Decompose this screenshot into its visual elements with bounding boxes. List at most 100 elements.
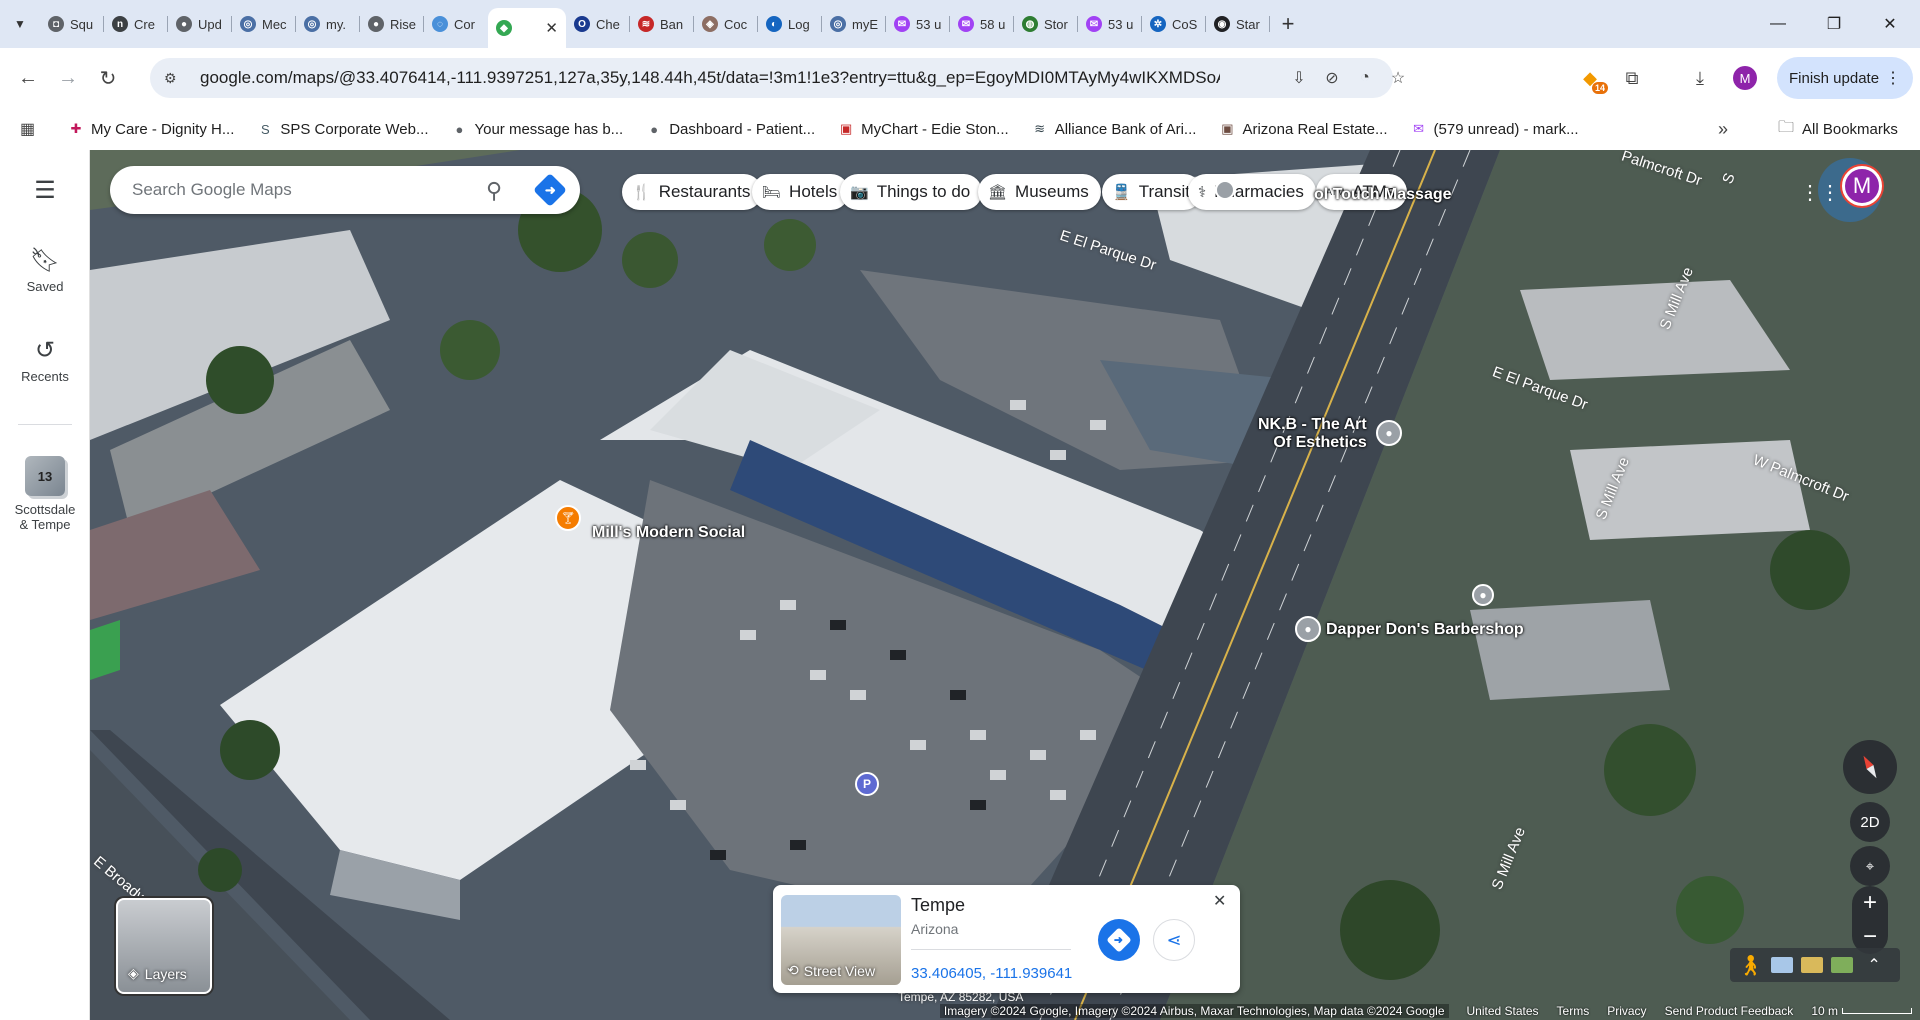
place-pin-icon[interactable]: ● bbox=[1376, 420, 1402, 446]
bookmark-item[interactable]: ● Dashboard - Patient... bbox=[646, 121, 815, 138]
extensions-menu-button[interactable]: ⧉ bbox=[1614, 60, 1650, 96]
place-pin-icon[interactable]: ● bbox=[1472, 584, 1494, 606]
browser-tab[interactable]: ● Upd bbox=[168, 6, 232, 42]
browser-tab[interactable]: ◈ Coc bbox=[694, 6, 758, 42]
more-bookmarks-icon[interactable]: » bbox=[1718, 119, 1728, 140]
chip-things-to-do[interactable]: 📷 Things to do bbox=[840, 174, 983, 210]
feedback-link[interactable]: Send Product Feedback bbox=[1665, 1004, 1794, 1018]
my-location-button[interactable]: ⌖ bbox=[1850, 846, 1890, 886]
pegman-icon[interactable]: 🚶︎ bbox=[1738, 953, 1763, 978]
new-tab-button[interactable]: + bbox=[1270, 6, 1306, 42]
browser-tab[interactable]: ✉ 53 u bbox=[1078, 6, 1142, 42]
browser-tab[interactable]: ◍ Stor bbox=[1014, 6, 1078, 42]
reload-button[interactable]: ↻ bbox=[88, 58, 128, 98]
browser-tab[interactable]: ◎ my. bbox=[296, 6, 360, 42]
bookmark-item[interactable]: ✉ (579 unread) - mark... bbox=[1411, 121, 1579, 138]
browser-tab[interactable]: ◎ myE bbox=[822, 6, 886, 42]
map-canvas[interactable]: Search Google Maps ⚲ ➜ 🍴 Restaurants 🛏 Hote… bbox=[90, 150, 1920, 1020]
bookmark-star-icon[interactable]: ☆ bbox=[1386, 66, 1410, 90]
tab-favicon-icon: ✉ bbox=[1086, 16, 1102, 32]
profile-avatar[interactable]: M bbox=[1733, 66, 1757, 90]
place-info-card[interactable]: ⟲ Street View Tempe Arizona 33.406405, -1… bbox=[773, 885, 1240, 993]
place-pin-icon[interactable] bbox=[1215, 180, 1235, 200]
place-name[interactable]: Tempe bbox=[911, 895, 965, 916]
close-window-button[interactable]: ✕ bbox=[1862, 0, 1918, 48]
place-label-nkb[interactable]: NK.B - The Art Of Esthetics bbox=[1258, 416, 1367, 452]
forward-button[interactable]: → bbox=[48, 58, 88, 98]
all-bookmarks-button[interactable]: 🗀 All Bookmarks bbox=[1778, 116, 1898, 143]
account-avatar[interactable]: M bbox=[1842, 166, 1882, 206]
saved-button[interactable]: 🔖︎ Saved bbox=[0, 246, 90, 294]
recent-place-scottsdale[interactable]: 13 Scottsdale & Tempe bbox=[0, 456, 90, 532]
bar-pin-icon[interactable]: 🍸︎ bbox=[555, 505, 581, 531]
scale-bar[interactable]: 10 m bbox=[1811, 1004, 1912, 1018]
compass-button[interactable] bbox=[1843, 740, 1897, 794]
extension-button[interactable]: ◆ 14 bbox=[1572, 60, 1608, 96]
bookmark-item[interactable]: ≋ Alliance Bank of Ari... bbox=[1032, 121, 1196, 138]
browser-tab[interactable]: ✉ 53 u bbox=[886, 6, 950, 42]
zoom-in-button[interactable]: + bbox=[1852, 886, 1888, 920]
browser-tab[interactable]: ≋ Ban bbox=[630, 6, 694, 42]
bookmark-item[interactable]: S SPS Corporate Web... bbox=[257, 121, 428, 138]
browser-tab[interactable]: ✲ CoS bbox=[1142, 6, 1206, 42]
chip-pharmacies[interactable]: ⚕ Pharmacies bbox=[1188, 174, 1316, 210]
browser-tab[interactable]: ◌ Cor bbox=[424, 6, 488, 42]
bookmark-item[interactable]: ✚ My Care - Dignity H... bbox=[68, 121, 235, 138]
chip-transit[interactable]: 🚆 Transit bbox=[1102, 174, 1203, 210]
eye-off-icon[interactable]: ⊘ bbox=[1320, 66, 1344, 90]
browser-tab[interactable]: ● Rise bbox=[360, 6, 424, 42]
map-thumb-biking[interactable] bbox=[1831, 957, 1854, 973]
address-bar[interactable]: ⚙ google.com/maps/@33.4076414,-111.93972… bbox=[150, 58, 1405, 98]
recents-button[interactable]: ↺ Recents bbox=[0, 336, 90, 384]
browser-tab[interactable]: ◎ Mec bbox=[232, 6, 296, 42]
place-label-mills[interactable]: Mill's Modern Social bbox=[592, 524, 745, 542]
site-info-icon[interactable]: ⚙ bbox=[164, 70, 188, 87]
terms-link[interactable]: Terms bbox=[1557, 1004, 1590, 1018]
card-directions-button[interactable]: ➜ bbox=[1098, 919, 1140, 961]
browser-tab[interactable]: ✉ 58 u bbox=[950, 6, 1014, 42]
map-thumb-traffic[interactable] bbox=[1801, 957, 1824, 973]
chip-museums[interactable]: 🏛 Museums bbox=[978, 174, 1101, 210]
apps-grid-icon[interactable]: ▦ bbox=[20, 119, 40, 139]
install-app-icon[interactable]: ⇩ bbox=[1287, 66, 1311, 90]
restore-button[interactable]: ❐ bbox=[1806, 0, 1862, 48]
url-text[interactable]: google.com/maps/@33.4076414,-111.9397251… bbox=[200, 68, 1220, 88]
search-box[interactable]: Search Google Maps ⚲ ➜ bbox=[110, 166, 580, 214]
place-coordinates[interactable]: 33.406405, -111.939641 bbox=[911, 965, 1072, 982]
toggle-2d-button[interactable]: 2D bbox=[1850, 802, 1890, 842]
directions-icon[interactable]: ➜ bbox=[533, 173, 567, 207]
downloads-button[interactable]: ⤓ bbox=[1682, 60, 1718, 96]
minimize-button[interactable]: — bbox=[1750, 0, 1806, 48]
chip-restaurants[interactable]: 🍴 Restaurants bbox=[622, 174, 763, 210]
tab-search-button[interactable]: ▼ bbox=[0, 0, 40, 48]
tab-close-button[interactable]: ✕ bbox=[545, 19, 558, 37]
browser-tab[interactable]: ◐ Log bbox=[758, 6, 822, 42]
chip-hotels[interactable]: 🛏 Hotels bbox=[752, 174, 850, 210]
browser-tab[interactable]: O Che bbox=[566, 6, 630, 42]
browser-tab[interactable]: n Cre bbox=[104, 6, 168, 42]
parking-icon[interactable]: P bbox=[855, 772, 879, 796]
expand-up-icon[interactable]: ⌃ bbox=[1867, 955, 1880, 975]
map-thumb-terrain[interactable] bbox=[1771, 957, 1794, 973]
place-label-dapper[interactable]: Dapper Don's Barbershop bbox=[1326, 621, 1524, 639]
browser-tab[interactable]: ◘ Squ bbox=[40, 6, 104, 42]
country-link[interactable]: United States bbox=[1467, 1004, 1539, 1018]
tab-google-maps-active[interactable]: ◆ ✕ bbox=[488, 8, 566, 48]
layers-button[interactable]: ◈ Layers bbox=[116, 898, 212, 994]
place-pin-icon[interactable]: ● bbox=[1295, 616, 1321, 642]
menu-button[interactable]: ☰ bbox=[0, 176, 90, 209]
search-icon[interactable]: ⚲ bbox=[486, 178, 502, 204]
performance-icon[interactable]: ◔ bbox=[1353, 66, 1377, 90]
place-label-massage[interactable]: ol Touch Massage bbox=[1314, 186, 1452, 204]
bookmark-item[interactable]: ▣ MyChart - Edie Ston... bbox=[838, 121, 1009, 138]
finish-update-button[interactable]: Finish update ⋮ bbox=[1777, 57, 1913, 99]
bookmark-item[interactable]: ▣ Arizona Real Estate... bbox=[1219, 121, 1387, 138]
privacy-link[interactable]: Privacy bbox=[1607, 1004, 1646, 1018]
browser-tab[interactable]: ◉ Star bbox=[1206, 6, 1270, 42]
search-input[interactable]: Search Google Maps bbox=[132, 180, 292, 200]
back-button[interactable]: ← bbox=[8, 58, 48, 98]
bookmark-item[interactable]: ● Your message has b... bbox=[451, 121, 624, 138]
card-close-button[interactable]: ✕ bbox=[1213, 891, 1226, 911]
card-share-button[interactable]: ⋖ bbox=[1153, 919, 1195, 961]
street-view-thumbnail[interactable]: ⟲ Street View bbox=[781, 895, 901, 985]
